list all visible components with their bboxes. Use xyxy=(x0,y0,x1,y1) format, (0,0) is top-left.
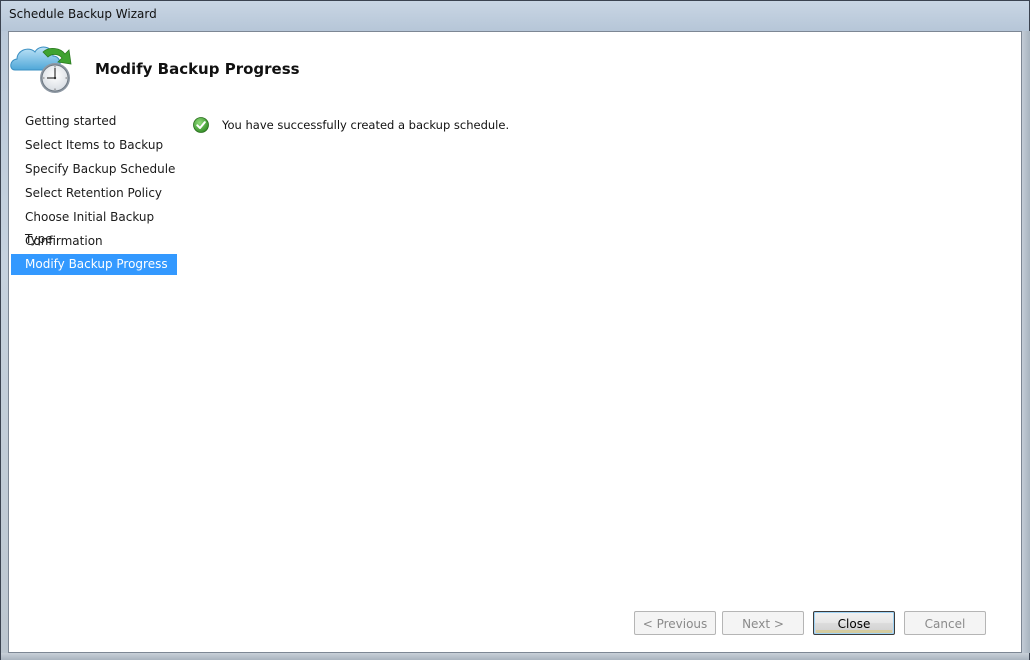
window-border-bottom xyxy=(1,653,1029,660)
next-button[interactable]: Next > xyxy=(722,611,804,635)
status-message: You have successfully created a backup s… xyxy=(222,118,510,132)
wizard-window: Schedule Backup Wizard Modify Backup Pro… xyxy=(0,0,1030,660)
step-initial-backup-type[interactable]: Choose Initial Backup Type xyxy=(11,206,177,246)
wizard-content: Modify Backup Progress Getting started S… xyxy=(8,31,1022,653)
window-border-right xyxy=(1022,31,1030,653)
previous-button[interactable]: < Previous xyxy=(634,611,716,635)
step-modify-backup-progress[interactable]: Modify Backup Progress xyxy=(11,254,177,275)
step-getting-started[interactable]: Getting started xyxy=(11,110,177,134)
step-retention-policy[interactable]: Select Retention Policy xyxy=(11,182,177,206)
title-bar[interactable]: Schedule Backup Wizard xyxy=(1,1,1029,31)
window-title: Schedule Backup Wizard xyxy=(9,7,157,21)
step-confirmation[interactable]: Confirmation xyxy=(11,230,177,254)
cancel-button[interactable]: Cancel xyxy=(904,611,986,635)
cloud-clock-icon xyxy=(10,46,72,93)
step-select-items[interactable]: Select Items to Backup xyxy=(11,134,177,158)
step-specify-schedule[interactable]: Specify Backup Schedule xyxy=(11,158,177,182)
success-check-icon xyxy=(193,117,209,133)
close-button[interactable]: Close xyxy=(813,611,895,635)
page-title: Modify Backup Progress xyxy=(95,60,300,78)
wizard-steps-nav: Getting started Select Items to Backup S… xyxy=(11,110,177,280)
